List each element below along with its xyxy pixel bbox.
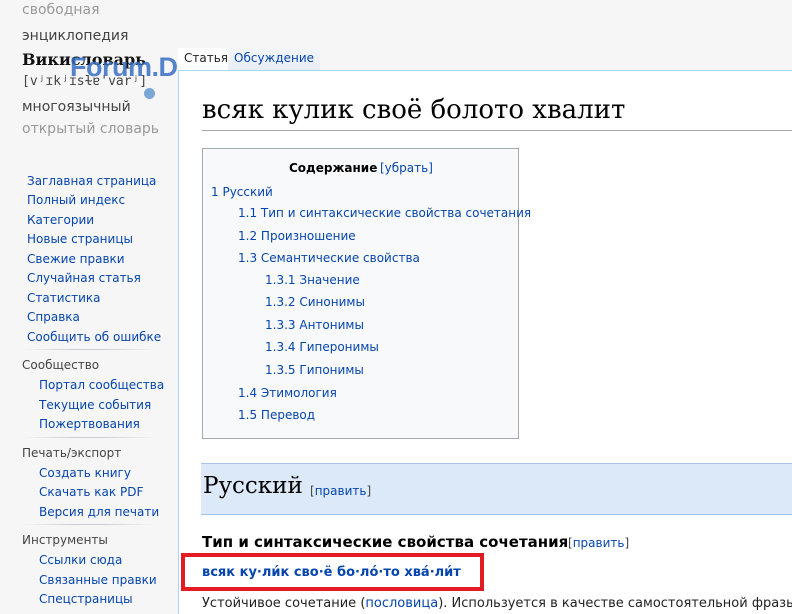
- toc-item[interactable]: 1.3.2 Синонимы: [265, 295, 365, 309]
- subsection-heading: Тип и синтаксические свойства сочетания: [202, 533, 569, 551]
- portal-separator: [22, 437, 156, 438]
- paragraph-text-end: ). Используется в качестве самостоятельн…: [438, 596, 792, 611]
- toc-label: Семантические свойства: [260, 251, 420, 265]
- toc-number: 1.4: [238, 386, 258, 400]
- sidebar-item-what-links-here[interactable]: Ссылки сюда: [39, 553, 122, 567]
- toc-item[interactable]: 1.5 Перевод: [238, 408, 315, 422]
- sidebar-item-print-version[interactable]: Версия для печати: [39, 505, 159, 519]
- toc-toggle-link[interactable]: [убрать]: [380, 161, 433, 175]
- toc-number: 1.3.2: [265, 295, 296, 309]
- toc-number: 1.2: [238, 229, 258, 243]
- page-title: всяк кулик своё болото хвалит: [202, 95, 626, 125]
- title-divider: [202, 130, 792, 131]
- toc-label: Значение: [299, 273, 360, 287]
- toc-number: 1.3.3: [265, 318, 296, 332]
- paragraph-text: Устойчивое сочетание (: [202, 596, 366, 611]
- subsection-edit: [править]: [568, 536, 630, 550]
- content-area: всяк кулик своё болото хвалит Содержание…: [178, 70, 792, 614]
- toc-item[interactable]: 1.4 Этимология: [238, 386, 337, 400]
- sidebar-item-community-portal[interactable]: Портал сообщества: [39, 378, 164, 392]
- toc-label: Гиперонимы: [299, 340, 379, 354]
- table-of-contents: Содержание [убрать] 1 Русский 1.1 Тип и …: [202, 148, 531, 439]
- sidebar-item-recent-changes[interactable]: Свежие правки: [27, 252, 125, 266]
- section-heading: Русский: [203, 473, 303, 499]
- toc-number: 1.3: [238, 251, 258, 265]
- toc-number: 1.3.4: [265, 340, 296, 354]
- toc-label: Русский: [222, 185, 273, 199]
- toc-item[interactable]: 1.3.4 Гиперонимы: [265, 340, 379, 354]
- tab-discussion-label: Обсуждение: [234, 51, 315, 65]
- toc-label: Перевод: [260, 408, 316, 422]
- sidebar-item-categories[interactable]: Категории: [27, 213, 94, 227]
- toc-label: Этимология: [260, 386, 337, 400]
- subsection-edit-link[interactable]: править: [573, 536, 625, 550]
- toc-item[interactable]: 1.3.5 Гипонимы: [265, 363, 364, 377]
- sidebar-item-donations[interactable]: Пожертвования: [39, 417, 140, 431]
- sidebar-item-create-book[interactable]: Создать книгу: [39, 466, 131, 480]
- toc-item[interactable]: 1.1 Тип и синтаксические свойства сочета…: [238, 206, 531, 220]
- toc-label: Произношение: [260, 229, 356, 243]
- logo-tagline-multilingual: многоязычный: [22, 99, 131, 115]
- sidebar-item-special-pages[interactable]: Спецстраницы: [39, 592, 133, 606]
- watermark-dot: [144, 88, 155, 99]
- hyphenation-link[interactable]: всяк ку·ли́к сво·ё бо·ло́·то хва́·ли́т: [202, 565, 461, 580]
- toc-item[interactable]: 1 Русский: [211, 185, 273, 199]
- sidebar-item-new-pages[interactable]: Новые страницы: [27, 232, 133, 246]
- toc-number: 1.5: [238, 408, 258, 422]
- sidebar-item-random-article[interactable]: Случайная статья: [27, 271, 141, 285]
- sidebar-item-help[interactable]: Справка: [27, 310, 80, 324]
- toc-item[interactable]: 1.2 Произношение: [238, 229, 356, 243]
- sidebar-item-full-index[interactable]: Полный индекс: [27, 193, 125, 207]
- logo-tagline-open: открытый словарь: [22, 121, 160, 137]
- toc-item[interactable]: 1.3.3 Антонимы: [265, 318, 364, 332]
- portal-title-tools[interactable]: Инструменты: [22, 533, 108, 547]
- toc-number: 1.3.5: [265, 363, 296, 377]
- toc-label: Синонимы: [299, 295, 365, 309]
- sidebar-item-current-events[interactable]: Текущие события: [39, 398, 151, 412]
- toc-title: Содержание: [289, 161, 378, 175]
- proverb-link[interactable]: пословица: [365, 596, 438, 611]
- toc-number: 1.1: [238, 206, 258, 220]
- logo-tagline-encyclopedia: энциклопедия: [22, 28, 129, 44]
- portal-title-community[interactable]: Сообщество: [22, 358, 99, 372]
- toc-number: 1.3.1: [265, 273, 296, 287]
- sidebar-item-related-changes[interactable]: Связанные правки: [39, 573, 157, 587]
- portal-separator: [22, 349, 156, 350]
- section-edit-link[interactable]: править: [315, 484, 367, 498]
- sidebar-item-report-error[interactable]: Сообщить об ошибке: [27, 330, 161, 344]
- tab-article[interactable]: Статья: [178, 48, 235, 70]
- toc-item[interactable]: 1.3.1 Значение: [265, 273, 360, 287]
- logo-tagline-top: свободная: [22, 2, 100, 18]
- sidebar-item-main-page[interactable]: Заглавная страница: [27, 174, 156, 188]
- portal-separator: [22, 524, 156, 525]
- toc-number: 1: [211, 185, 219, 199]
- toc-label: Антонимы: [299, 318, 364, 332]
- toc-label: Тип и синтаксические свойства сочетания: [260, 206, 532, 220]
- toc-label: Гипонимы: [299, 363, 364, 377]
- sidebar-item-download-pdf[interactable]: Скачать как PDF: [39, 485, 143, 499]
- section-edit: [править]: [310, 484, 372, 498]
- sidebar-item-statistics[interactable]: Статистика: [27, 291, 101, 305]
- section-header-russian: Русский [править]: [201, 463, 792, 515]
- tab-article-label: Статья: [184, 51, 229, 65]
- portal-title-print[interactable]: Печать/экспорт: [22, 446, 121, 460]
- toc-item[interactable]: 1.3 Семантические свойства: [238, 251, 420, 265]
- tab-discussion[interactable]: Обсуждение: [228, 48, 321, 70]
- paragraph: Устойчивое сочетание (пословица). Исполь…: [202, 596, 792, 611]
